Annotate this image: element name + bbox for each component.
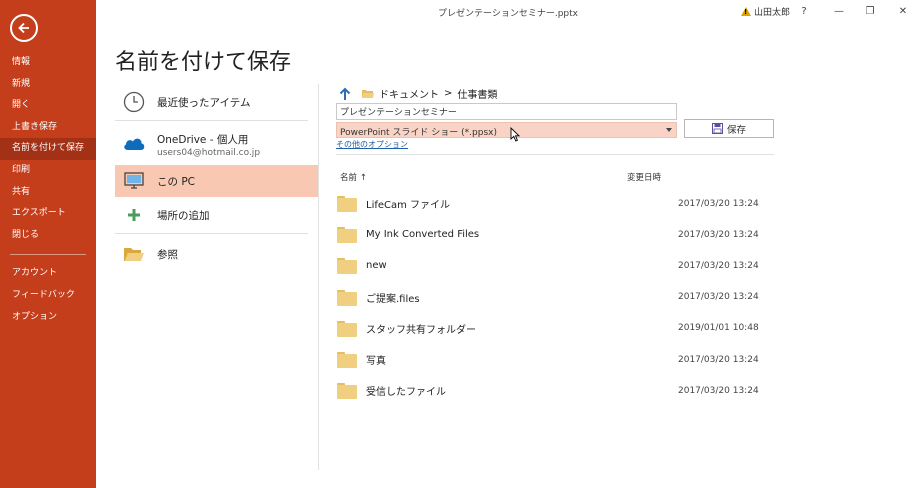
place-browse[interactable]: 参照 bbox=[115, 234, 318, 274]
column-header-name[interactable]: 名前 ↑ bbox=[340, 171, 367, 183]
place-label-recent: 最近使ったアイテム bbox=[157, 96, 251, 109]
warning-icon bbox=[741, 7, 751, 16]
file-name: 写真 bbox=[366, 356, 386, 368]
nav-item-open[interactable]: 開く bbox=[0, 95, 96, 117]
nav-divider bbox=[10, 254, 86, 256]
breadcrumb-item-work[interactable]: 仕事書類 bbox=[457, 86, 497, 101]
save-icon bbox=[711, 123, 723, 134]
pane-divider bbox=[318, 84, 319, 470]
plus-icon bbox=[128, 209, 140, 221]
breadcrumb: ドキュメント > 仕事書類 bbox=[338, 86, 497, 101]
place-label-this-pc: この PC bbox=[157, 175, 196, 188]
place-add[interactable]: 場所の追加 bbox=[115, 197, 318, 233]
nav-item-options[interactable]: オプション bbox=[0, 307, 96, 329]
file-name: ご提案.files bbox=[366, 293, 420, 305]
file-row[interactable]: My Ink Converted Files 2017/03/20 13:24 bbox=[336, 219, 776, 250]
restore-button[interactable]: ❐ bbox=[862, 3, 878, 19]
file-row[interactable]: 写真 2017/03/20 13:24 bbox=[336, 344, 776, 375]
back-arrow-icon bbox=[18, 22, 29, 34]
chevron-down-icon bbox=[666, 128, 672, 132]
mouse-cursor-icon bbox=[510, 127, 520, 142]
file-date: 2017/03/20 13:24 bbox=[678, 229, 759, 240]
file-date: 2017/03/20 13:24 bbox=[678, 292, 759, 303]
folder-icon bbox=[337, 383, 357, 400]
file-name: LifeCam ファイル bbox=[366, 200, 451, 212]
cloud-icon bbox=[124, 138, 145, 150]
file-row[interactable]: LifeCam ファイル 2017/03/20 13:24 bbox=[336, 188, 776, 219]
places-list: 最近使ったアイテム OneDrive - 個人用 users04@hotmail… bbox=[115, 84, 318, 274]
file-date: 2017/03/20 13:24 bbox=[678, 260, 759, 271]
nav-item-share[interactable]: 共有 bbox=[0, 182, 96, 204]
help-button[interactable]: ? bbox=[796, 3, 812, 19]
folder-icon bbox=[337, 227, 357, 244]
place-label-onedrive: OneDrive - 個人用 bbox=[157, 134, 249, 146]
file-type-value: PowerPoint スライド ショー (*.ppsx) bbox=[340, 128, 497, 138]
column-header-date[interactable]: 変更日時 bbox=[627, 171, 661, 183]
file-name: My Ink Converted Files bbox=[366, 229, 480, 241]
file-list: LifeCam ファイル 2017/03/20 13:24 My Ink Con… bbox=[336, 188, 776, 406]
backstage-nav: 情報 新規 開く 上書き保存 名前を付けて保存 印刷 共有 エクスポート 閉じる… bbox=[0, 0, 96, 488]
nav-list: 情報 新規 開く 上書き保存 名前を付けて保存 印刷 共有 エクスポート 閉じる… bbox=[0, 52, 96, 328]
file-row[interactable]: new 2017/03/20 13:24 bbox=[336, 250, 776, 281]
nav-item-print[interactable]: 印刷 bbox=[0, 160, 96, 182]
file-date: 2019/01/01 10:48 bbox=[678, 323, 759, 334]
place-label-add: 場所の追加 bbox=[157, 209, 210, 222]
place-onedrive[interactable]: OneDrive - 個人用 users04@hotmail.co.jp bbox=[115, 121, 318, 165]
folder-icon bbox=[337, 289, 357, 306]
back-button[interactable] bbox=[10, 14, 38, 42]
filename-input[interactable] bbox=[336, 103, 677, 120]
form-divider bbox=[336, 154, 774, 155]
nav-item-save-as[interactable]: 名前を付けて保存 bbox=[0, 138, 96, 160]
up-arrow-icon[interactable] bbox=[338, 87, 352, 101]
file-name: new bbox=[366, 260, 387, 272]
nav-item-save[interactable]: 上書き保存 bbox=[0, 117, 96, 139]
file-row[interactable]: スタッフ共有フォルダー 2019/01/01 10:48 bbox=[336, 313, 776, 344]
folder-icon bbox=[337, 352, 357, 369]
breadcrumb-item-documents[interactable]: ドキュメント bbox=[379, 86, 439, 101]
user-account[interactable]: 山田太郎 bbox=[741, 5, 790, 18]
place-recent[interactable]: 最近使ったアイテム bbox=[115, 84, 318, 120]
file-row[interactable]: 受信したファイル 2017/03/20 13:24 bbox=[336, 375, 776, 406]
more-options-link[interactable]: その他のオプション bbox=[336, 139, 408, 150]
page-title: 名前を付けて保存 bbox=[115, 50, 292, 75]
place-label-browse: 参照 bbox=[157, 248, 178, 261]
file-name: 受信したファイル bbox=[366, 387, 446, 399]
nav-item-account[interactable]: アカウント bbox=[0, 263, 96, 285]
computer-icon bbox=[124, 172, 144, 189]
close-button[interactable]: ✕ bbox=[895, 3, 911, 19]
file-type-select[interactable]: PowerPoint スライド ショー (*.ppsx) bbox=[336, 122, 677, 138]
user-name: 山田太郎 bbox=[754, 8, 791, 18]
open-folder-icon bbox=[124, 248, 144, 261]
file-date: 2017/03/20 13:24 bbox=[678, 198, 759, 209]
folder-icon bbox=[337, 196, 357, 213]
clock-icon bbox=[123, 91, 145, 113]
save-button[interactable]: 保存 bbox=[684, 119, 774, 138]
minimize-button[interactable]: — bbox=[831, 3, 847, 19]
file-row[interactable]: ご提案.files 2017/03/20 13:24 bbox=[336, 282, 776, 313]
place-this-pc[interactable]: この PC bbox=[115, 165, 318, 197]
folder-icon bbox=[337, 320, 357, 337]
breadcrumb-separator: > bbox=[444, 88, 453, 99]
file-date: 2017/03/20 13:24 bbox=[678, 385, 759, 396]
file-date: 2017/03/20 13:24 bbox=[678, 354, 759, 365]
nav-item-feedback[interactable]: フィードバック bbox=[0, 285, 96, 307]
nav-item-export[interactable]: エクスポート bbox=[0, 203, 96, 225]
folder-icon bbox=[337, 258, 357, 275]
nav-item-close[interactable]: 閉じる bbox=[0, 225, 96, 247]
nav-item-new[interactable]: 新規 bbox=[0, 74, 96, 96]
file-name: スタッフ共有フォルダー bbox=[366, 324, 476, 336]
folder-icon bbox=[362, 89, 374, 98]
onedrive-account: users04@hotmail.co.jp bbox=[157, 148, 261, 158]
save-button-label: 保存 bbox=[726, 124, 746, 136]
nav-item-info[interactable]: 情報 bbox=[0, 52, 96, 74]
